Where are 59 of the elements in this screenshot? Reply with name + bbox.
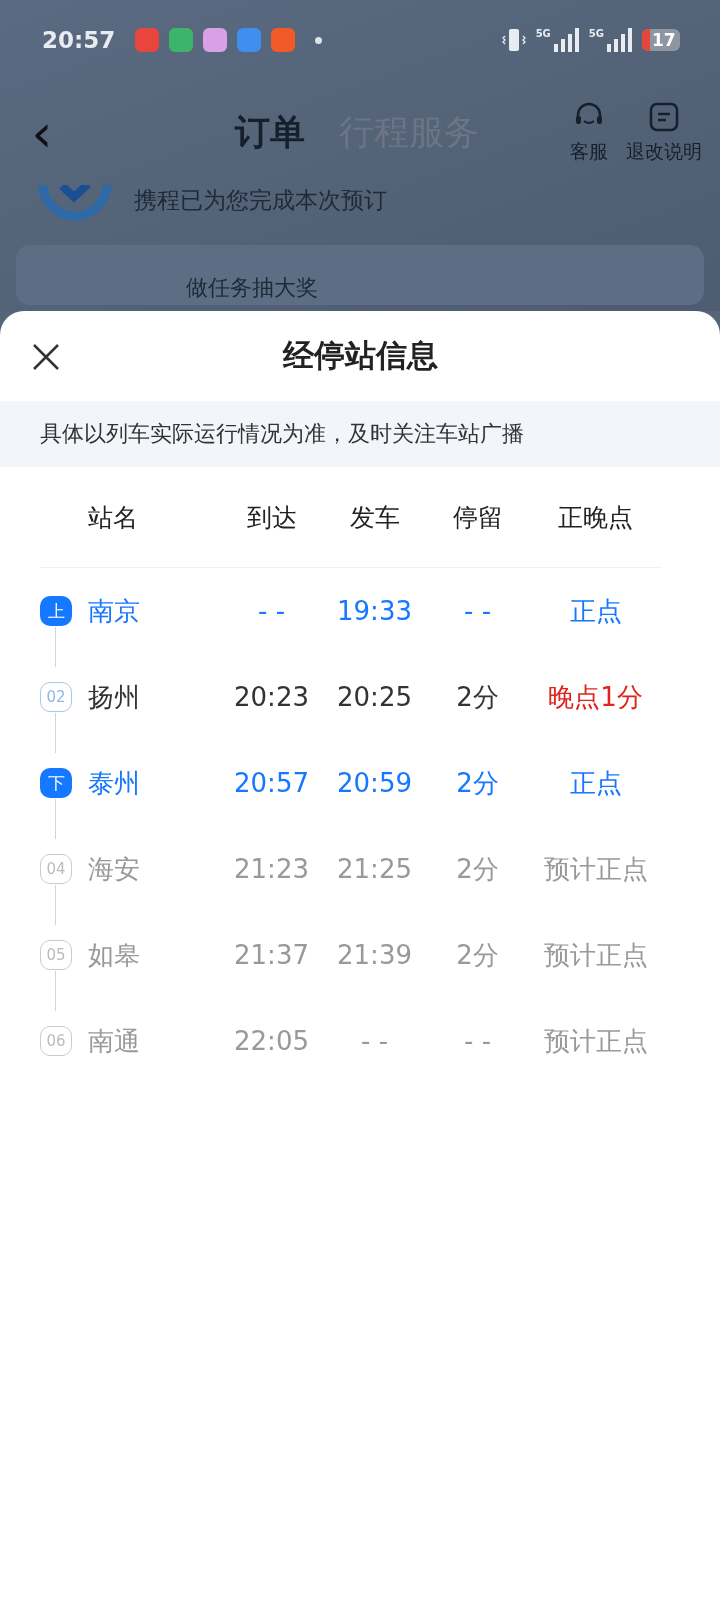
arrival-time: 21:37 [234,940,309,970]
document-icon [648,100,680,133]
battery-icon: 17 [642,29,680,51]
promo-banner[interactable]: 做任务抽大奖 [16,245,704,305]
departure-time: 21:39 [337,940,412,970]
refund-rules-button[interactable]: 退改说明 [626,100,702,165]
status-time: 20:57 [42,27,116,53]
punctuality-status: 预计正点 [543,852,648,886]
station-name: 扬州 [88,680,140,714]
stop-duration: 2分 [456,766,499,800]
punctuality-status: 正点 [569,766,622,800]
punctuality-status: 预计正点 [543,938,648,972]
punctuality-status: 正点 [569,594,622,628]
column-header: 停留 [452,501,503,534]
column-header: 站名 [88,501,138,534]
app-notification-icon [169,28,194,52]
column-header: 发车 [349,501,400,534]
stop-duration: - - [464,1026,491,1056]
station-name: 南通 [88,1024,140,1058]
stop-duration: 2分 [456,680,499,714]
departure-time: 21:25 [337,854,412,884]
sheet-title: 经停站信息 [282,336,438,375]
customer-service-button[interactable]: 客服 [570,100,608,165]
departure-time: 19:33 [337,596,412,626]
more-notifications-icon [315,36,323,44]
station-name: 海安 [88,852,140,886]
stop-marker: 上 [40,596,72,626]
booking-subtitle: 携程已为您完成本次预订 [134,185,387,215]
station-name: 南京 [88,594,140,628]
notice-text: 具体以列车实际运行情况为准，及时关注车站广播 [40,420,524,448]
departure-time: 20:25 [337,682,412,712]
station-name: 如皋 [88,938,140,972]
arrival-time: 22:05 [234,1026,309,1056]
punctuality-status: 预计正点 [543,1024,648,1058]
column-header: 正晚点 [558,501,633,534]
departure-time: - - [361,1026,388,1056]
stop-marker: 02 [40,682,72,712]
stop-duration: - - [464,596,491,626]
departure-time: 20:59 [337,768,412,798]
stop-marker: 05 [40,940,72,970]
stop-marker: 06 [40,1026,72,1056]
app-notification-icon [237,28,262,52]
tab[interactable]: 订单 [235,109,305,156]
arrival-time: 21:23 [234,854,309,884]
app-notification-icon [271,28,296,52]
column-header: 到达 [246,501,297,534]
arrival-time: 20:23 [234,682,309,712]
arrival-time: - - [258,596,285,626]
stop-duration: 2分 [456,938,499,972]
app-notification-icon [135,28,160,52]
app-notification-icon [203,28,228,52]
arrival-time: 20:57 [234,768,309,798]
stop-marker: 04 [40,854,72,884]
stop-marker: 下 [40,768,72,798]
vibrate-icon [501,27,526,53]
stop-duration: 2分 [456,852,499,886]
back-button[interactable]: ‹ [22,106,62,159]
punctuality-status: 晚点1分 [548,680,643,714]
station-name: 泰州 [88,766,140,800]
